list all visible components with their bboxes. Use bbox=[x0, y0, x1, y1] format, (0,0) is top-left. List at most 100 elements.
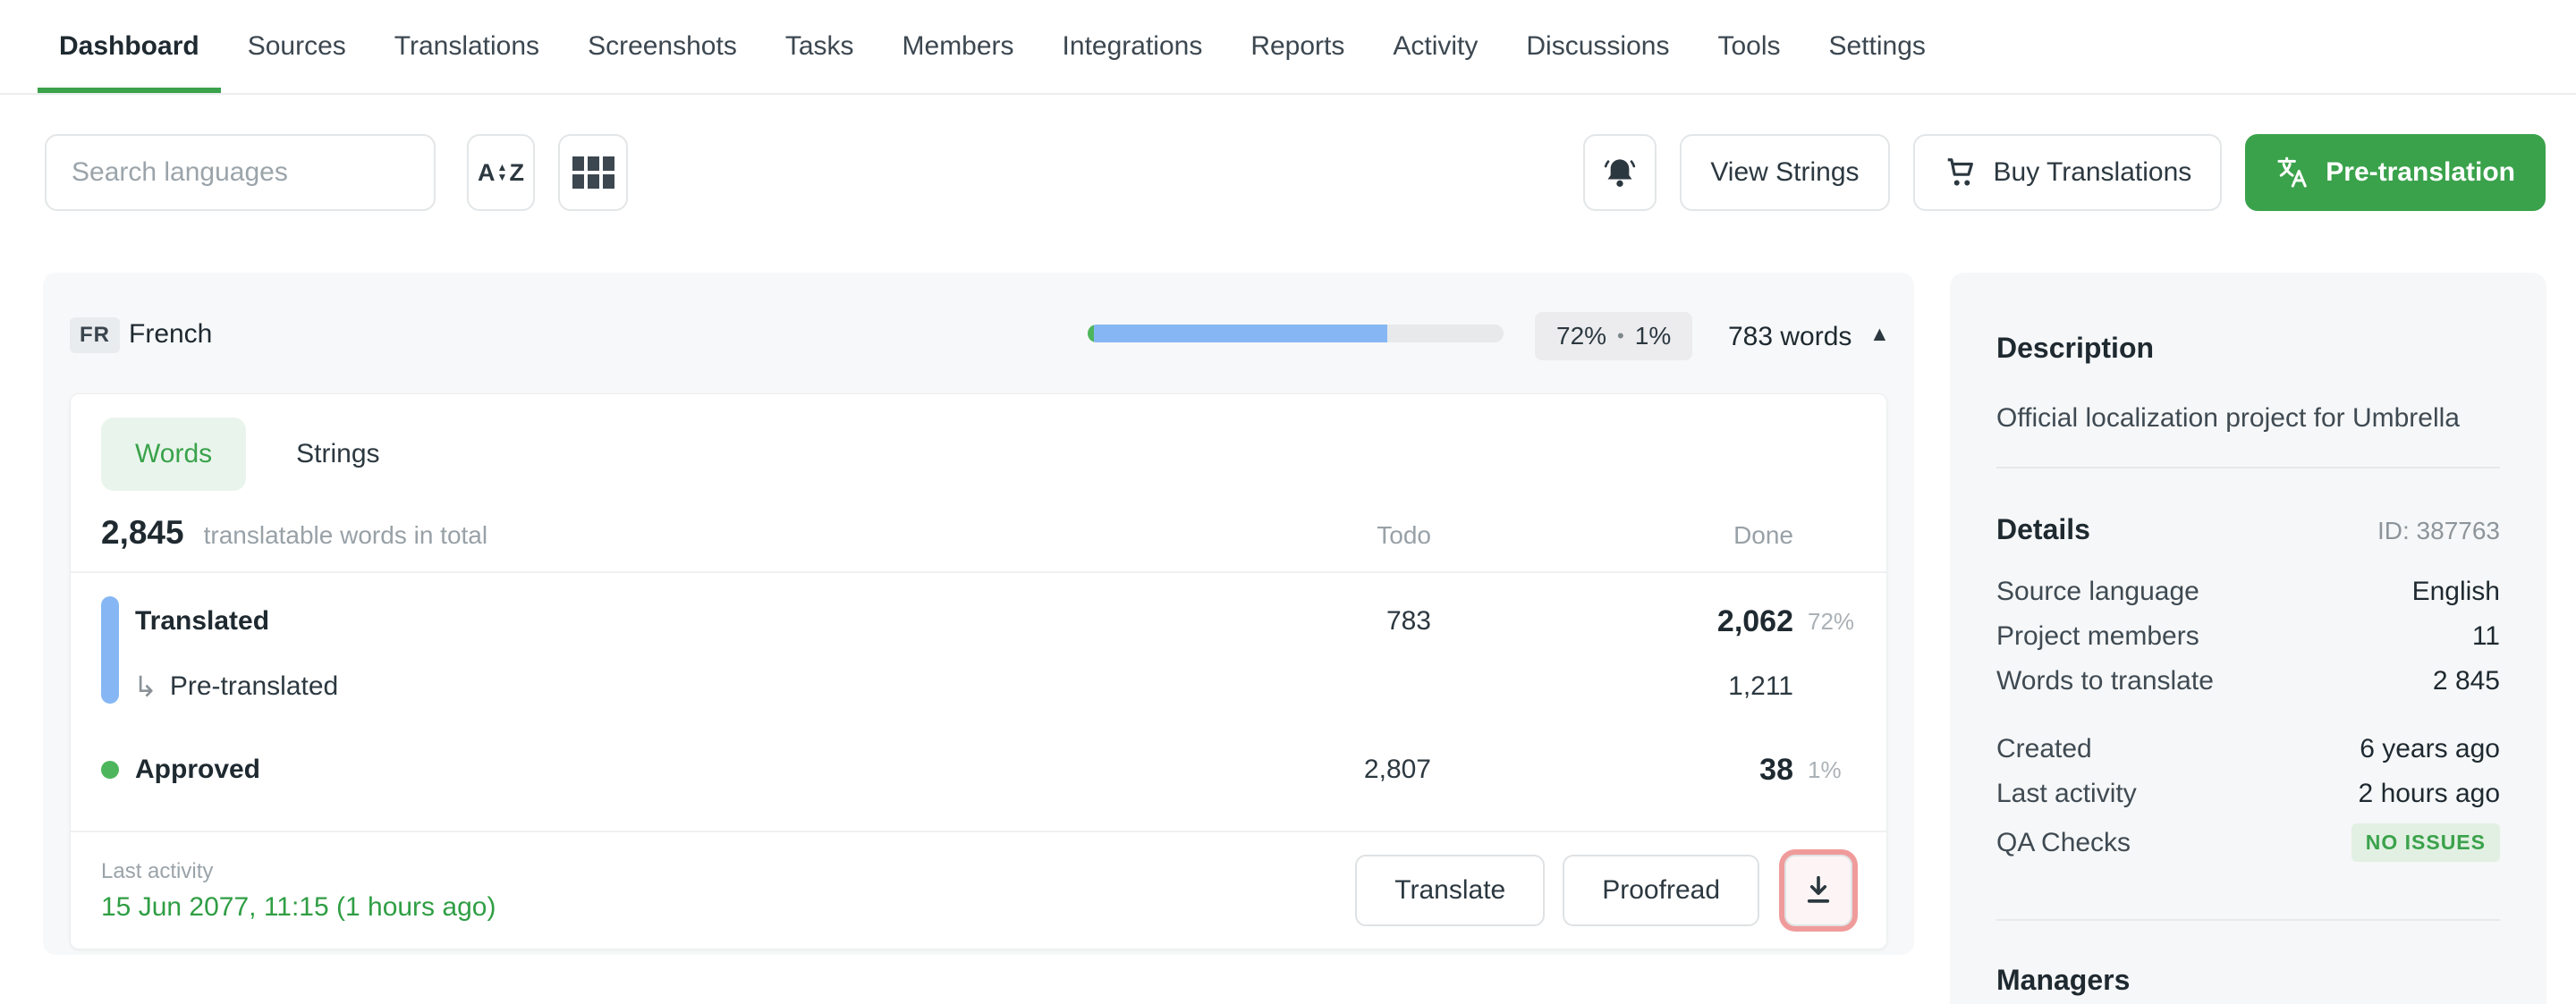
detail-label: QA Checks bbox=[1996, 828, 2131, 858]
detail-row-last-activity: Last activity 2 hours ago bbox=[1996, 779, 2500, 809]
download-button-highlighted[interactable] bbox=[1784, 855, 1852, 926]
search-languages-input[interactable] bbox=[45, 134, 436, 211]
tab-tasks[interactable]: Tasks bbox=[785, 0, 854, 93]
tab-integrations[interactable]: Integrations bbox=[1063, 0, 1203, 93]
approved-todo: 2,807 bbox=[1073, 755, 1431, 785]
tab-tools[interactable]: Tools bbox=[1717, 0, 1780, 93]
row-label: Translated bbox=[101, 606, 1073, 637]
progress-segment-approved bbox=[1088, 325, 1094, 342]
progress-segment-translated bbox=[1094, 325, 1387, 342]
tab-reports[interactable]: Reports bbox=[1250, 0, 1344, 93]
project-nav: Dashboard Sources Translations Screensho… bbox=[0, 0, 2576, 95]
language-card-footer: Last activity 15 Jun 2077, 11:15 (1 hour… bbox=[71, 831, 1886, 949]
buy-translations-label: Buy Translations bbox=[1994, 157, 2192, 188]
total-words: 2,845 bbox=[101, 514, 184, 552]
detail-label: Source language bbox=[1996, 577, 2199, 607]
detail-label: Last activity bbox=[1996, 779, 2137, 809]
tab-dashboard[interactable]: Dashboard bbox=[38, 0, 221, 93]
tab-members[interactable]: Members bbox=[902, 0, 1014, 93]
progress-bar bbox=[1088, 325, 1504, 342]
approved-dot-indicator bbox=[101, 761, 119, 779]
view-strings-button[interactable]: View Strings bbox=[1680, 134, 1889, 211]
tab-sources[interactable]: Sources bbox=[248, 0, 346, 93]
last-activity-block: Last activity 15 Jun 2077, 11:15 (1 hour… bbox=[101, 859, 496, 923]
pre-translation-label: Pre-translation bbox=[2326, 157, 2515, 188]
grid-view-button[interactable] bbox=[558, 134, 628, 211]
divider bbox=[1996, 467, 2500, 468]
view-strings-label: View Strings bbox=[1710, 157, 1859, 188]
detail-row-project-members: Project members 11 bbox=[1996, 621, 2500, 652]
row-label: Approved bbox=[101, 755, 1073, 785]
sort-alphabetical-button[interactable]: A▲▼Z bbox=[467, 134, 535, 211]
language-stats-card: Words Strings 2,845 translatable words i… bbox=[70, 393, 1887, 949]
tab-discussions[interactable]: Discussions bbox=[1526, 0, 1669, 93]
detail-row-source-language: Source language English bbox=[1996, 577, 2500, 607]
pre-translated-done: 1,211 bbox=[1431, 671, 1793, 702]
todo-column-header: Todo bbox=[1073, 521, 1431, 550]
row-label: ↳ Pre-translated bbox=[101, 671, 1073, 702]
detail-value: 11 bbox=[2472, 621, 2500, 652]
detail-value: English bbox=[2412, 577, 2500, 607]
project-id: ID: 387763 bbox=[2377, 517, 2500, 545]
collapse-chevron-icon[interactable]: ▲ bbox=[1869, 322, 1890, 346]
total-words-label: translatable words in total bbox=[204, 521, 488, 550]
languages-toolbar: A▲▼Z View Strings Bu bbox=[0, 134, 2576, 211]
percent-separator: • bbox=[1617, 325, 1624, 348]
tab-strings[interactable]: Strings bbox=[296, 439, 379, 469]
pre-translated-label: Pre-translated bbox=[170, 671, 338, 702]
tab-activity[interactable]: Activity bbox=[1393, 0, 1478, 93]
stats-summary-row: 2,845 translatable words in total Todo D… bbox=[71, 491, 1886, 571]
divider bbox=[1996, 919, 2500, 921]
proofread-button[interactable]: Proofread bbox=[1563, 855, 1759, 926]
approved-done: 38 bbox=[1431, 753, 1793, 788]
project-dashboard-page: Dashboard Sources Translations Screensho… bbox=[0, 0, 2576, 1004]
detail-row-qa-checks: QA Checks NO ISSUES bbox=[1996, 823, 2500, 862]
translate-icon bbox=[2275, 156, 2309, 190]
last-activity-link[interactable]: 15 Jun 2077, 11:15 (1 hours ago) bbox=[101, 892, 496, 923]
notifications-button[interactable] bbox=[1583, 134, 1657, 211]
language-code-badge: FR bbox=[70, 317, 120, 353]
table-row-pre-translated: ↳ Pre-translated 1,211 bbox=[71, 655, 1886, 718]
cart-icon bbox=[1944, 156, 1978, 190]
description-text: Official localization project for Umbrel… bbox=[1996, 402, 2500, 435]
detail-value: 2 845 bbox=[2433, 666, 2500, 696]
done-column-header: Done bbox=[1431, 521, 1793, 550]
table-row-approved: Approved 2,807 38 1% bbox=[71, 727, 1886, 813]
description-heading: Description bbox=[1996, 273, 2500, 365]
buy-translations-button[interactable]: Buy Translations bbox=[1913, 134, 2223, 211]
units-tabs: Words Strings bbox=[71, 394, 1886, 491]
tab-screenshots[interactable]: Screenshots bbox=[588, 0, 737, 93]
translated-bar-indicator bbox=[101, 596, 119, 704]
detail-row-created: Created 6 years ago bbox=[1996, 734, 2500, 764]
tab-settings[interactable]: Settings bbox=[1829, 0, 1926, 93]
download-icon bbox=[1801, 873, 1835, 907]
words-left: 783 words bbox=[1728, 322, 1852, 352]
sub-arrow-icon: ↳ bbox=[133, 672, 157, 701]
language-card-header[interactable]: FR French 72% • 1% 783 words ▲ bbox=[43, 273, 1914, 393]
translate-button[interactable]: Translate bbox=[1355, 855, 1545, 926]
project-info-sidebar: Description Official localization projec… bbox=[1950, 273, 2546, 1004]
details-heading: Details bbox=[1996, 513, 2090, 546]
translated-group: Translated 783 2,062 72% ↳ Pre-translate… bbox=[71, 573, 1886, 727]
detail-label: Words to translate bbox=[1996, 666, 2214, 696]
managers-heading: Managers bbox=[1996, 964, 2500, 997]
tab-translations[interactable]: Translations bbox=[394, 0, 539, 93]
translated-pct: 72% bbox=[1793, 608, 1856, 636]
pre-translation-button[interactable]: Pre-translation bbox=[2245, 134, 2546, 211]
grid-icon bbox=[572, 156, 614, 189]
table-row-translated: Translated 783 2,062 72% bbox=[71, 587, 1886, 655]
translated-percent: 72% bbox=[1556, 322, 1606, 350]
detail-value: 2 hours ago bbox=[2359, 779, 2500, 809]
tab-words[interactable]: Words bbox=[101, 418, 246, 491]
last-activity-label: Last activity bbox=[101, 859, 496, 884]
bell-icon bbox=[1602, 155, 1638, 190]
qa-status-badge: NO ISSUES bbox=[2351, 823, 2500, 862]
language-card-french: FR French 72% • 1% 783 words ▲ Words Str… bbox=[43, 273, 1914, 955]
translated-todo: 783 bbox=[1073, 606, 1431, 637]
detail-row-words-to-translate: Words to translate 2 845 bbox=[1996, 666, 2500, 696]
approved-percent: 1% bbox=[1635, 322, 1671, 350]
detail-value: 6 years ago bbox=[2360, 734, 2500, 764]
az-sort-icon: A▲▼Z bbox=[478, 159, 524, 187]
approved-pct: 1% bbox=[1793, 756, 1856, 784]
language-name: French bbox=[129, 319, 212, 350]
